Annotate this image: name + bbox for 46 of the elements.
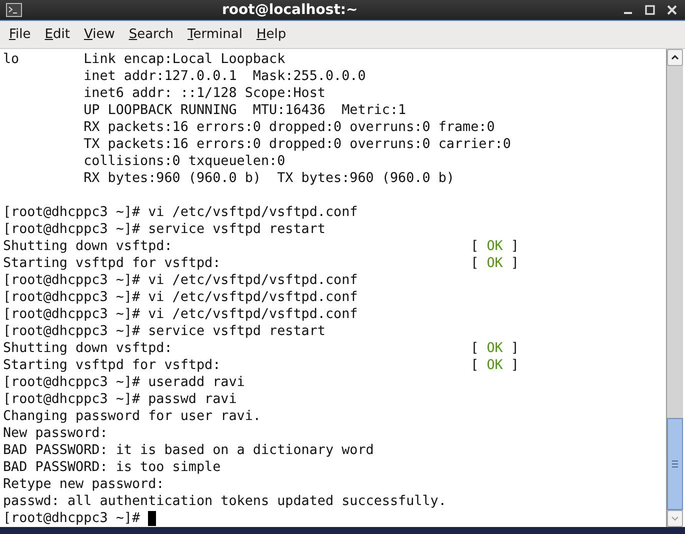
terminal-line: [root@dhcppc3 ~]# useradd ravi [3, 374, 246, 391]
status-text: [ OK ] [470, 357, 519, 374]
terminal-line: [root@dhcppc3 ~]# vi /etc/vsftpd/vsftpd.conf [3, 306, 359, 323]
terminal-line: Shutting down vsftpd: [3, 238, 174, 255]
terminal-line: Changing password for user ravi. [3, 408, 262, 425]
terminal-line: passwd: all authentication tokens updated successfully. [3, 493, 448, 510]
scrollbar[interactable] [666, 49, 683, 527]
scrollbar-thumb[interactable] [667, 418, 683, 510]
terminal-line: Starting vsftpd for vsftpd: [3, 255, 222, 272]
terminal-line: UP LOOPBACK RUNNING MTU:16436 Metric:1 [82, 102, 408, 119]
grip-icon [672, 460, 678, 468]
terminal-line: TX packets:16 errors:0 dropped:0 overruns:0 carrier:0 [82, 136, 512, 153]
menu-item[interactable]: Terminal [180, 24, 250, 45]
maximize-icon[interactable] [645, 5, 655, 15]
menu-item[interactable]: File [2, 24, 38, 45]
terminal-line: collisions:0 txqueuelen:0 [82, 153, 286, 170]
terminal-line: RX packets:16 errors:0 dropped:0 overruns:0 frame:0 [82, 119, 496, 136]
terminal-line: [root@dhcppc3 ~]# service vsftpd restart [3, 221, 326, 238]
menu-item[interactable]: View [76, 24, 122, 45]
status-text: [ OK ] [470, 238, 519, 255]
menu-item[interactable]: Search [122, 24, 181, 45]
terminal-line: New password: [3, 425, 109, 442]
terminal-line: Retype new password: [3, 476, 166, 493]
terminal-line: [root@dhcppc3 ~]# passwd ravi [3, 391, 238, 408]
menu-item[interactable]: Help [249, 24, 294, 45]
terminal-line: [root@dhcppc3 ~]# vi /etc/vsftpd/vsftpd.conf [3, 289, 359, 306]
terminal-icon [6, 3, 22, 17]
text-cursor [148, 511, 156, 526]
status-text: [ OK ] [470, 255, 519, 272]
terminal-line: [root@dhcppc3 ~]# service vsftpd restart [3, 323, 326, 340]
terminal-line: inet addr:127.0.0.1 Mask:255.0.0.0 [82, 68, 367, 85]
scroll-up-button[interactable] [667, 49, 683, 66]
window-title: root@localhost:~ [222, 2, 358, 18]
terminal-line: BAD PASSWORD: is too simple [3, 459, 222, 476]
menu-item[interactable]: Edit [38, 24, 77, 45]
terminal-line: Shutting down vsftpd: [3, 340, 174, 357]
terminal-prompt: [root@dhcppc3 ~]# [3, 510, 140, 527]
terminal-line: RX bytes:960 (960.0 b) TX bytes:960 (960.0 b) [82, 170, 456, 187]
close-icon[interactable] [667, 5, 677, 15]
terminal-line: inet6 addr: ::1/128 Scope:Host [82, 85, 326, 102]
terminal-line: lo Link encap:Local Loopback [3, 51, 286, 68]
terminal-line: Starting vsftpd for vsftpd: [3, 357, 222, 374]
terminal-line: [root@dhcppc3 ~]# vi /etc/vsftpd/vsftpd.conf [3, 204, 359, 221]
terminal-line: [root@dhcppc3 ~]# vi /etc/vsftpd/vsftpd.conf [3, 272, 359, 289]
status-text: [ OK ] [470, 340, 519, 357]
terminal-line: BAD PASSWORD: it is based on a dictionary word [3, 442, 375, 459]
